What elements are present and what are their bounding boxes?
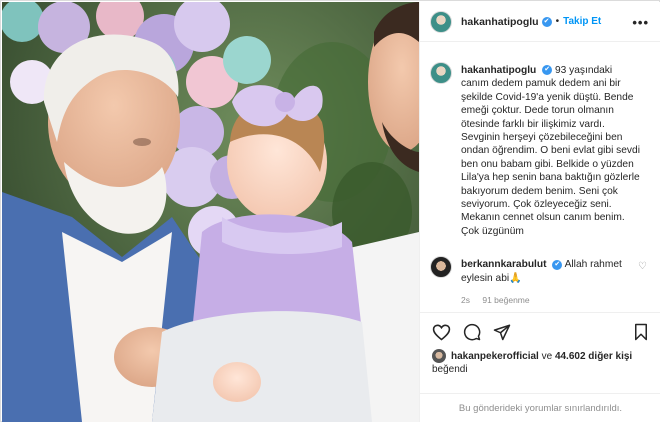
comment-like-count[interactable]: 91 beğenme [482, 295, 529, 305]
comments-section[interactable]: hakanhatipoglu ✔ 93 yaşındaki canım dede… [420, 50, 660, 312]
likes-summary: hakanpekerofficial ve 44.602 diğer kişi … [432, 349, 652, 376]
caption-text-block: hakanhatipoglu ✔ 93 yaşındaki canım dede… [461, 64, 641, 238]
caption-text: 93 yaşındaki canım dedem pamuk dedem ani… [461, 65, 640, 237]
action-icons [432, 323, 511, 341]
caption-verified-badge-icon: ✔ [542, 65, 553, 76]
comment-icon[interactable] [463, 323, 481, 341]
post-side-panel: hakanhatipoglu ✔ • Takip Et ••• hakanhat… [419, 2, 660, 422]
commenter-verified-badge-icon: ✔ [552, 259, 563, 270]
share-icon[interactable] [493, 323, 511, 341]
liker-avatar[interactable] [432, 349, 446, 363]
heart-icon[interactable] [432, 323, 451, 341]
comment-text-block: berkannkarabulut ✔ Allah rahmet eylesin … [461, 258, 629, 285]
bookmark-icon[interactable] [633, 323, 649, 341]
comments-restricted-text: Bu gönderideki yorumlar sınırlandırıldı. [458, 403, 623, 414]
comment-like-heart-icon[interactable]: ♡ [638, 261, 647, 272]
likes-suffix: beğendi [432, 364, 468, 375]
post-photo[interactable] [2, 2, 419, 422]
caption-author-username[interactable]: hakanhatipoglu [461, 65, 536, 76]
likes-joiner: ve [541, 350, 553, 362]
comment-time: 2s [461, 295, 470, 306]
commenter-avatar[interactable] [430, 256, 452, 279]
post-header: hakanhatipoglu ✔ • Takip Et ••• [420, 2, 660, 42]
header-separator: • [555, 16, 560, 27]
author-avatar[interactable] [430, 10, 452, 33]
comment-meta: 2s 91 beğenme [461, 295, 649, 305]
caption-author-avatar[interactable] [430, 62, 452, 84]
author-username[interactable]: hakanhatipoglu [461, 16, 539, 28]
caption-row: hakanhatipoglu ✔ 93 yaşındaki canım dede… [430, 50, 649, 238]
post-actions-section: hakanpekerofficial ve 44.602 diğer kişi … [420, 312, 660, 424]
comments-restricted-notice: Bu gönderideki yorumlar sınırlandırıldı. [420, 393, 660, 423]
instagram-post-window: hakanhatipoglu ✔ • Takip Et ••• hakanhat… [0, 0, 660, 422]
photo-illustration [2, 2, 419, 422]
comment-row: berkannkarabulut ✔ Allah rahmet eylesin … [430, 254, 649, 285]
other-likers-count[interactable]: 44.602 diğer kişi [555, 350, 632, 363]
verified-badge-icon: ✔ [541, 16, 552, 27]
commenter-username[interactable]: berkannkarabulut [461, 259, 547, 270]
more-options-icon[interactable]: ••• [632, 15, 649, 30]
first-liker-username[interactable]: hakanpekerofficial [451, 350, 539, 363]
follow-button[interactable]: Takip Et [563, 16, 601, 27]
